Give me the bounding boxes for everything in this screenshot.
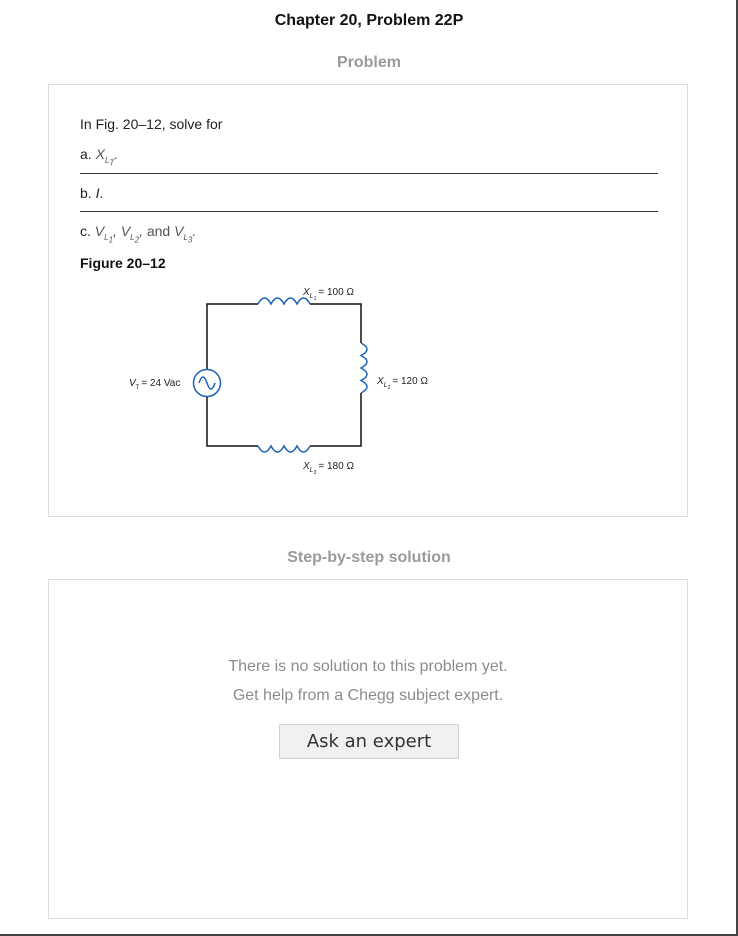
inductor-right: [359, 342, 368, 394]
figure-label: Figure 20–12: [80, 255, 166, 271]
expert-help-message: Get help from a Chegg subject expert.: [232, 687, 504, 704]
problem-panel: In Fig. 20–12, solve for a. XLT. b. I. c…: [48, 84, 688, 517]
problem-item-b: b. I.: [80, 185, 104, 201]
page-title: Chapter 20, Problem 22P: [274, 12, 464, 29]
label-top-inductor: XL1= 100 Ω: [302, 287, 354, 302]
label-right-inductor: XL2= 120 Ω: [376, 376, 428, 391]
circuit-diagram: XL1= 100 Ω XL2= 120 Ω XL3= 180 Ω VT = 24 …: [129, 287, 428, 476]
problem-heading: Problem: [336, 54, 401, 71]
answer-line-a: [80, 173, 658, 174]
circuit-wires: [206, 303, 362, 447]
ac-source-icon: [192, 368, 222, 398]
ask-an-expert-button[interactable]: Ask an expert: [279, 724, 459, 759]
answer-line-b: [80, 211, 658, 212]
label-bottom-inductor: XL3= 180 Ω: [302, 461, 354, 476]
item-a-prefix: a.: [80, 146, 92, 162]
problem-item-a: a. XLT.: [80, 146, 118, 167]
label-source: VT = 24 Vac: [129, 378, 180, 391]
inductor-bottom: [257, 444, 311, 453]
inductor-top: [257, 297, 311, 306]
item-a-variable: XLT.: [95, 146, 119, 168]
solution-panel: There is no solution to this problem yet…: [48, 579, 688, 919]
problem-item-c: c. VL1, VL2, and VL3.: [80, 223, 197, 245]
no-solution-message: There is no solution to this problem yet…: [228, 658, 508, 675]
solution-heading: Step-by-step solution: [287, 549, 451, 566]
problem-intro: In Fig. 20–12, solve for: [80, 116, 223, 132]
